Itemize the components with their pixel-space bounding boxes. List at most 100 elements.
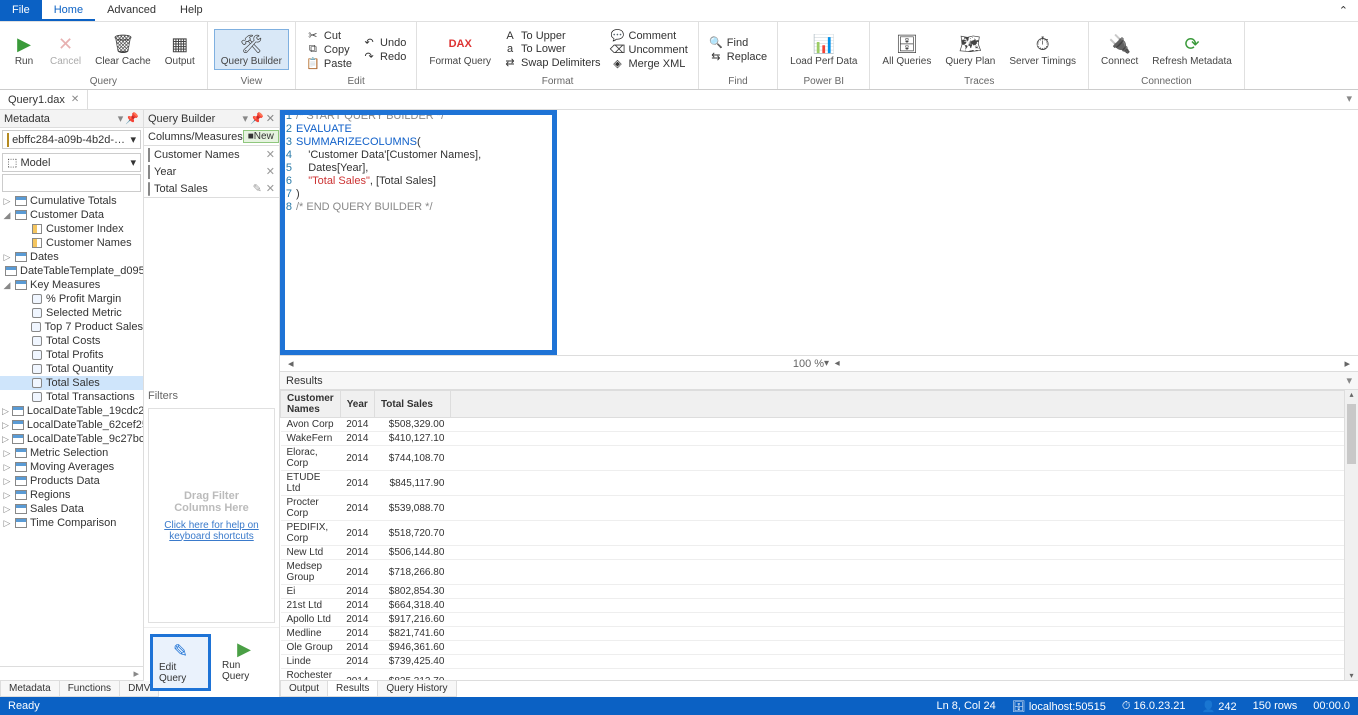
qb-filter-dropzone[interactable]: Drag FilterColumns Here Click here for h… <box>148 408 275 623</box>
table-row[interactable]: Apollo Ltd2014$917,216.60 <box>281 613 1358 627</box>
tab-query-history[interactable]: Query History <box>378 681 456 697</box>
qb-item[interactable]: Year✕ <box>144 163 279 180</box>
load-perf-button[interactable]: 📊Load Perf Data <box>784 30 863 69</box>
tree-node[interactable]: ▷Sales Data <box>0 502 143 516</box>
grid-header[interactable]: Customer Names <box>281 391 341 418</box>
tree-node[interactable]: ▷LocalDateTable_62cef255-0 <box>0 418 143 432</box>
menu-home[interactable]: Home <box>42 0 95 21</box>
qb-help-link[interactable]: Click here for help on keyboard shortcut… <box>149 520 274 542</box>
grid-header[interactable]: Year <box>340 391 374 418</box>
table-row[interactable]: PEDIFIX, Corp2014$518,720.70 <box>281 521 1358 546</box>
tree-node[interactable]: Selected Metric <box>0 306 143 320</box>
swap-delim-button[interactable]: ⇄Swap Delimiters <box>499 56 604 69</box>
query-builder-button[interactable]: 🛠Query Builder <box>214 29 289 70</box>
results-grid[interactable]: Customer NamesYearTotal SalesAvon Corp20… <box>280 390 1358 680</box>
table-row[interactable]: Ole Group2014$946,361.60 <box>281 641 1358 655</box>
table-row[interactable]: Procter Corp2014$539,088.70 <box>281 496 1358 521</box>
table-row[interactable]: Ei2014$802,854.30 <box>281 585 1358 599</box>
editor-hscroll-left[interactable]: ◂ <box>288 357 793 370</box>
table-row[interactable]: Medsep Group2014$718,266.80 <box>281 560 1358 585</box>
tree-node[interactable]: DateTableTemplate_d095fb <box>0 264 143 278</box>
tab-output[interactable]: Output <box>280 681 328 697</box>
tree-node[interactable]: ▷Products Data <box>0 474 143 488</box>
tree-node[interactable]: Total Transactions <box>0 390 143 404</box>
zoom-level[interactable]: 100 % <box>793 358 824 370</box>
output-button[interactable]: ▦Output <box>159 30 201 69</box>
tree-node[interactable]: Total Profits <box>0 348 143 362</box>
tree-node[interactable]: ▷Metric Selection <box>0 446 143 460</box>
tree-node[interactable]: ▷Moving Averages <box>0 460 143 474</box>
tree-node[interactable]: % Profit Margin <box>0 292 143 306</box>
find-button[interactable]: 🔍Find <box>705 36 771 49</box>
run-query-button[interactable]: ▶Run Query <box>215 634 273 691</box>
editor-hscroll-right[interactable]: ▸ <box>1344 357 1350 370</box>
menu-help[interactable]: Help <box>168 0 215 21</box>
qb-new-button[interactable]: ■New <box>243 130 279 143</box>
tree-node[interactable]: ▷Time Comparison <box>0 516 143 530</box>
qb-item-action[interactable]: ✕ <box>266 182 275 195</box>
table-row[interactable]: Medline2014$821,741.60 <box>281 627 1358 641</box>
menu-advanced[interactable]: Advanced <box>95 0 168 21</box>
tab-metadata[interactable]: Metadata <box>0 681 60 697</box>
table-row[interactable]: Rochester Ltd2014$825,312.70 <box>281 669 1358 681</box>
uncomment-button[interactable]: ⌫Uncomment <box>607 43 692 56</box>
tree-node[interactable]: ▷LocalDateTable_19cdc2e1- <box>0 404 143 418</box>
run-button[interactable]: ▶Run <box>6 30 42 69</box>
tree-node[interactable]: ▷Cumulative Totals <box>0 194 143 208</box>
cancel-button[interactable]: ✕Cancel <box>44 30 87 69</box>
replace-button[interactable]: ⇆Replace <box>705 50 771 63</box>
tree-node[interactable]: Top 7 Product Sales <box>0 320 143 334</box>
tree-node[interactable]: Customer Index <box>0 222 143 236</box>
database-select[interactable]: ebffc284-a09b-4b2d-a1b8-▾ <box>2 130 141 149</box>
table-row[interactable]: WakeFern2014$410,127.10 <box>281 432 1358 446</box>
menu-file[interactable]: File <box>0 0 42 21</box>
ribbon-collapse[interactable]: ⌃ <box>1329 0 1358 21</box>
qb-item-action[interactable]: ✕ <box>266 148 275 161</box>
document-tab[interactable]: Query1.dax✕ <box>0 90 88 109</box>
copy-button[interactable]: ⧉Copy <box>302 43 356 56</box>
to-lower-button[interactable]: aTo Lower <box>499 43 604 55</box>
server-timings-button[interactable]: ⏱Server Timings <box>1003 30 1082 69</box>
merge-xml-button[interactable]: ◈Merge XML <box>607 57 692 70</box>
qb-dropdown-icon[interactable]: ▾ <box>243 112 249 125</box>
tree-node[interactable]: ◢Key Measures <box>0 278 143 292</box>
connect-button[interactable]: 🔌Connect <box>1095 30 1144 69</box>
grid-header[interactable]: Total Sales <box>374 391 450 418</box>
to-upper-button[interactable]: ATo Upper <box>499 30 604 42</box>
qb-close-icon[interactable]: ✕ <box>266 112 275 125</box>
tree-node[interactable]: Customer Names <box>0 236 143 250</box>
metadata-tree[interactable]: ▷Cumulative Totals◢Customer DataCustomer… <box>0 194 143 666</box>
comment-button[interactable]: 💬Comment <box>607 29 692 42</box>
tab-results[interactable]: Results <box>328 681 378 697</box>
table-row[interactable]: Avon Corp2014$508,329.00 <box>281 418 1358 432</box>
table-row[interactable]: New Ltd2014$506,144.80 <box>281 546 1358 560</box>
redo-button[interactable]: ↷Redo <box>358 50 410 63</box>
tree-node[interactable]: ▷LocalDateTable_9c27bc4b- <box>0 432 143 446</box>
cut-button[interactable]: ✂Cut <box>302 29 356 42</box>
all-queries-button[interactable]: 🗄All Queries <box>876 30 937 69</box>
tree-node[interactable]: Total Quantity <box>0 362 143 376</box>
table-row[interactable]: Linde2014$739,425.40 <box>281 655 1358 669</box>
table-row[interactable]: ETUDE Ltd2014$845,117.90 <box>281 471 1358 496</box>
model-select[interactable]: ⬚ Model▾ <box>2 153 141 172</box>
qb-item-action[interactable]: ✎ <box>253 182 262 195</box>
qb-item[interactable]: Customer Names✕ <box>144 146 279 163</box>
format-query-button[interactable]: DAXFormat Query <box>423 30 497 69</box>
qb-pin-icon[interactable]: 📌 <box>250 112 264 125</box>
tree-node[interactable]: ◢Customer Data <box>0 208 143 222</box>
doc-tabs-expand[interactable]: ▾ <box>1340 90 1358 109</box>
refresh-metadata-button[interactable]: ⟳Refresh Metadata <box>1146 30 1238 69</box>
results-dropdown-icon[interactable]: ▾ <box>1346 374 1352 387</box>
qb-item-action[interactable]: ✕ <box>266 165 275 178</box>
panel-pin-icon[interactable]: 📌 <box>125 112 139 125</box>
clear-cache-button[interactable]: 🗑Clear Cache <box>89 30 157 69</box>
panel-dropdown-icon[interactable]: ▾ <box>118 112 124 125</box>
query-plan-button[interactable]: 🗺Query Plan <box>939 30 1001 69</box>
tree-node[interactable]: Total Costs <box>0 334 143 348</box>
table-row[interactable]: Elorac, Corp2014$744,108.70 <box>281 446 1358 471</box>
tab-functions[interactable]: Functions <box>60 681 120 697</box>
results-scrollbar[interactable]: ▴▾ <box>1344 390 1358 680</box>
qb-item[interactable]: Total Sales✎✕ <box>144 180 279 197</box>
tree-node[interactable]: Total Sales <box>0 376 143 390</box>
undo-button[interactable]: ↶Undo <box>358 36 410 49</box>
